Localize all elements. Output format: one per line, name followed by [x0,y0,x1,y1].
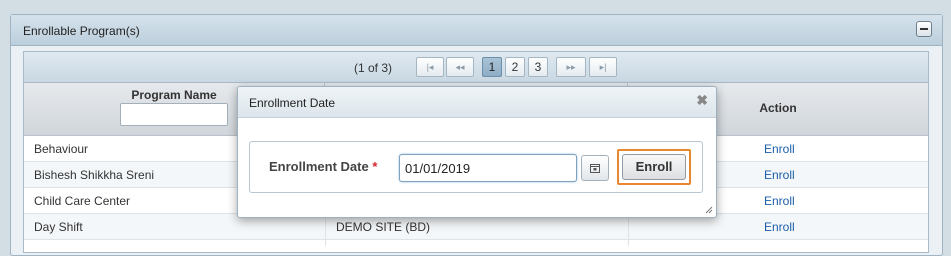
enroll-link[interactable]: Enroll [764,220,795,234]
next-page-icon[interactable]: ▸▸ [556,57,586,77]
prev-page-icon[interactable]: ◂◂ [446,57,474,77]
page-button-2[interactable]: 2 [505,57,525,77]
enroll-button[interactable]: Enroll [622,154,686,180]
enrollment-date-input[interactable] [399,154,577,182]
last-page-icon[interactable]: ▸| [589,57,617,77]
panel-title: Enrollable Program(s) [23,24,140,38]
paginator: (1 of 3) |◂ ◂◂ 1 2 3 ▸▸ ▸| [24,52,928,83]
panel-header: Enrollable Program(s) [11,15,942,46]
enroll-button-focus-ring: Enroll [617,149,691,185]
first-page-icon[interactable]: |◂ [416,57,444,77]
program-name-cell: Behaviour [34,142,89,156]
program-name-cell: Bishesh Shikkha Sreni [34,168,155,182]
program-name-filter-input[interactable] [120,103,228,126]
site-cell: DEMO SITE (BD) [336,220,431,234]
calendar-icon-glyph [590,164,600,173]
page-info: (1 of 3) [354,61,393,75]
enroll-link[interactable]: Enroll [764,194,795,208]
enrollment-date-label: Enrollment Date * [269,159,377,174]
page-button-3[interactable]: 3 [528,57,548,77]
required-marker: * [372,159,378,174]
enrollment-date-dialog: Enrollment Date ✖ Enrollment Date * Enro… [237,86,717,218]
enroll-link[interactable]: Enroll [764,168,795,182]
enroll-link[interactable]: Enroll [764,142,795,156]
minus-icon[interactable] [916,21,932,37]
close-icon[interactable]: ✖ [696,92,708,109]
program-name-cell: Child Care Center [34,194,131,208]
dialog-header[interactable]: Enrollment Date ✖ [238,87,716,118]
resize-grip-icon[interactable] [705,206,713,214]
page-button-1[interactable]: 1 [482,57,502,77]
enrollment-form: Enrollment Date * Enroll [249,141,703,193]
enrollment-date-label-text: Enrollment Date [269,159,369,174]
dialog-title: Enrollment Date [249,96,336,110]
calendar-icon[interactable] [581,155,609,181]
program-name-cell: Day Shift [34,220,83,234]
